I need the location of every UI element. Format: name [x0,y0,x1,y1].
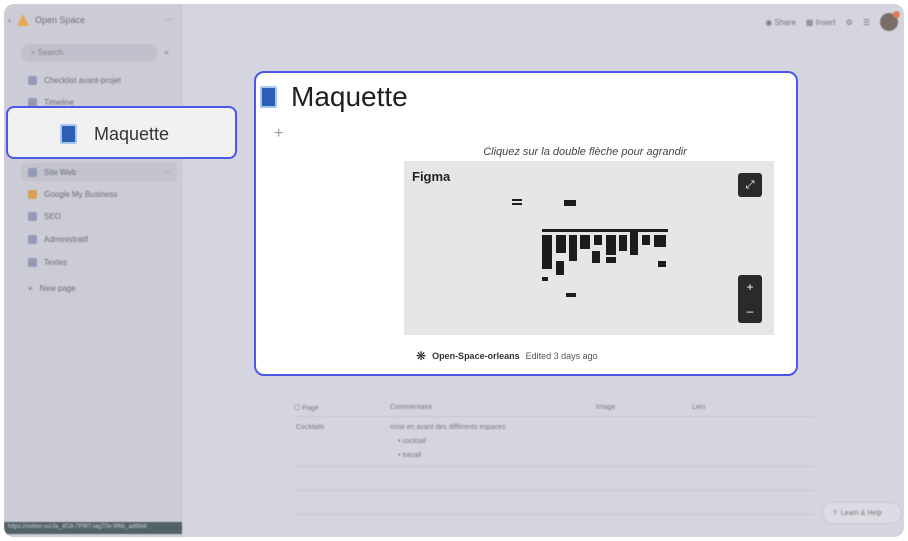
list-item: • cocktail [398,438,426,445]
insert-label: Insert [815,17,836,27]
zoom-in-button[interactable]: + [738,275,762,299]
list-item: • travail [398,452,422,459]
zoom-out-button[interactable]: – [738,299,762,323]
share-label: Share [774,17,796,27]
list-item-text: cocktail [402,438,426,445]
url-status-bar: https://notion.so/Ja_4f18-7P9f7-tag70e-9… [4,522,182,534]
figma-file-link[interactable]: Open-Space-orleans [432,351,520,361]
column-header-lien[interactable]: Lien [692,404,705,411]
divider [294,490,814,491]
help-icon: ? [833,509,837,517]
column-header-page[interactable]: ☐ Page [294,404,319,412]
avatar[interactable] [880,11,900,31]
divider [294,514,814,515]
help-label: Learn & Help [840,509,882,517]
sidebar-item-new-page[interactable]: + New page [28,284,76,293]
page-content-highlight: Maquette + Cliquez sur la double flèche … [254,71,798,376]
figma-canvas-preview [404,161,774,335]
sidebar-item-site-web[interactable]: Site Web ··· [21,163,177,181]
search-placeholder: Search [37,48,64,57]
sidebar-item-administratif[interactable]: Administratif [28,235,88,244]
list-item-text: travail [402,452,422,459]
collapse-sidebar-icon[interactable]: « [164,47,169,57]
sidebar-item-google-my-business[interactable]: Google My Business [28,190,117,199]
figma-icon: ❋ [416,349,427,363]
header-label: Page [302,405,319,412]
cell-page[interactable]: Cocktails [296,424,324,431]
add-block-icon[interactable]: + [274,125,283,143]
search-input[interactable]: ⌕ Search [21,44,157,62]
column-header-image[interactable]: Image [596,404,615,411]
settings-icon[interactable]: ⚙ [846,18,853,27]
workspace-name: Open Space [35,15,86,25]
edited-timestamp: Edited 3 days ago [525,351,598,361]
cell-commentaire[interactable]: mise en avant des différents espaces [390,424,505,431]
more-icon[interactable]: ··· [164,14,174,25]
expand-icon[interactable]: ⤢ [738,173,762,197]
figma-label: Figma [412,169,451,184]
sidebar-item-textes[interactable]: Textes [28,258,67,267]
text-icon [28,258,37,267]
sidebar-item-label: Checklist avant-projet [44,76,121,85]
chart-icon [28,212,37,221]
sidebar-item-label: SEO [44,212,61,221]
sidebar-item-label: Google My Business [44,190,118,199]
sidebar-item-checklist[interactable]: Checklist avant-projet [28,76,121,85]
sidebar-item-label: Site Web [44,167,77,177]
sidebar: ‹ Open Space ··· ⌕ Search « Checklist av… [4,4,182,537]
embed-caption: Cliquez sur la double flèche pour agrand… [483,146,687,158]
comments-icon[interactable]: ☰ [863,18,870,27]
embed-footer: ❋ Open-Space-orleans Edited 3 days ago [416,349,598,363]
checklist-icon [28,76,37,85]
topbar: ◉ Share ▦ Insert ⚙ ☰ [765,11,900,31]
zoom-controls: + – [738,275,762,323]
page-icon[interactable] [260,86,277,108]
divider [294,466,814,467]
page-title[interactable]: Maquette [291,81,408,113]
divider [294,416,814,417]
figma-embed[interactable]: Figma ⤢ + – [404,161,774,335]
share-button[interactable]: ◉ Share [765,18,796,27]
workspace-switcher[interactable]: ‹ Open Space ··· [8,14,174,26]
workspace-icon [17,14,29,26]
globe-icon [28,167,37,177]
sidebar-item-label: New page [39,284,76,293]
pin-icon [28,190,37,199]
page-header: Maquette [260,81,408,113]
document-icon [28,235,37,244]
sidebar-item-label: Administratif [44,235,89,244]
insert-button[interactable]: ▦ Insert [806,18,836,27]
sidebar-item-label: Maquette [94,124,170,144]
help-button[interactable]: ? Learn & Help [822,502,902,524]
sidebar-item-maquette-highlight[interactable]: Maquette [6,106,237,159]
column-header-commentaire[interactable]: Commentaire [390,404,432,411]
back-chevron-icon[interactable]: ‹ [8,15,11,25]
sidebar-item-label: Textes [44,258,68,267]
page-icon [60,124,77,144]
plus-icon: + [28,284,33,293]
more-icon[interactable]: ··· [163,168,171,177]
sidebar-item-seo[interactable]: SEO [28,212,61,221]
